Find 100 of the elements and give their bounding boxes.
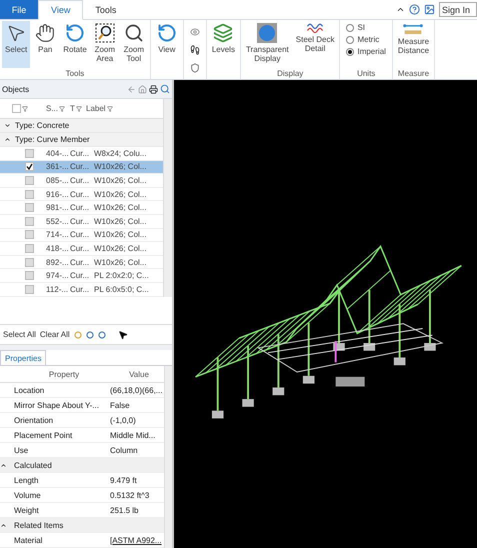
select-all-checkbox[interactable] [12, 104, 21, 113]
column-header[interactable]: T [70, 104, 75, 113]
collapse-ribbon-icon[interactable] [396, 5, 405, 14]
row-checkbox[interactable] [24, 216, 34, 226]
object-row[interactable]: 404-... Cur... W8x24; Colu... [0, 147, 163, 161]
ribbon-button[interactable]: Rotate [60, 21, 90, 68]
group-row[interactable]: Type: Curve Member [0, 133, 163, 147]
object-row[interactable]: 916-... Cur... W10x26; Col... [0, 188, 163, 202]
column-header[interactable]: Value [114, 370, 164, 378]
object-row[interactable]: 361-... Cur... W10x26; Col... [0, 160, 163, 174]
scrollbar[interactable] [163, 99, 172, 297]
column-header[interactable]: Label [86, 104, 106, 113]
layers-icon [213, 23, 234, 43]
group-label: Type: Curve Member [15, 135, 90, 144]
zoom-area-icon [94, 23, 115, 43]
filter-icon[interactable] [106, 106, 113, 112]
eye-icon[interactable] [190, 27, 200, 37]
property-name: Material [14, 536, 44, 544]
group-label: Display [276, 68, 304, 79]
action-button[interactable]: Select All [3, 330, 36, 339]
table-cell-text: Cur... [70, 216, 90, 226]
property-value: (-1,0,0) [110, 416, 137, 424]
group-label: Tools [64, 68, 86, 79]
rotate-icon [65, 23, 86, 43]
pointer-icon[interactable] [118, 330, 128, 340]
magnifier-icon [124, 23, 144, 43]
ribbon-button[interactable]: View [152, 21, 181, 79]
action-button[interactable]: Clear All [40, 330, 70, 339]
table-cell-text: Cur... [70, 230, 90, 240]
object-row[interactable]: 892-... Cur... W10x26; Col... [0, 256, 163, 270]
object-row[interactable]: 112-... Cur... PL 6:0x5:0; C... [0, 282, 163, 297]
property-value: 0.5132 ft^3 [110, 490, 150, 500]
column-header[interactable]: S... [46, 104, 58, 113]
table-cell: 974-... [46, 271, 70, 280]
footprints-icon[interactable] [190, 45, 200, 55]
row-checkbox[interactable] [24, 190, 34, 199]
row-checkbox[interactable] [24, 162, 34, 172]
row-checkbox[interactable] [24, 258, 34, 267]
menu-tab[interactable]: File [0, 0, 38, 19]
row-checkbox[interactable] [24, 284, 34, 294]
ruler-icon [402, 23, 424, 35]
ribbon-button[interactable]: Zoom Area [90, 21, 119, 68]
table-cell: 404-... [46, 148, 70, 158]
object-row[interactable]: 974-... Cur... PL 2:0x2:0; C... [0, 269, 163, 283]
menu-tab[interactable]: Tools [83, 0, 128, 19]
filter-icon[interactable] [76, 106, 82, 112]
row-checkbox[interactable] [24, 244, 34, 253]
property-value: 9.479 ft [110, 476, 138, 484]
object-row[interactable]: 418-... Cur... W10x26; Col... [0, 242, 163, 256]
ribbon-button[interactable]: Levels [208, 21, 238, 79]
table-cell-text: W10x26; Col... [94, 216, 148, 226]
object-row[interactable]: 552-... Cur... W10x26; Col... [0, 214, 163, 229]
properties-tab[interactable]: Properties [0, 350, 46, 365]
ribbon-button[interactable]: Transparent Display [242, 21, 292, 68]
table-cell-text: Cur... [70, 148, 90, 158]
row-checkbox[interactable] [24, 271, 34, 280]
group-row[interactable]: Type: Concrete [0, 119, 163, 133]
ribbon-button[interactable]: Measure Distance [394, 21, 432, 68]
object-row[interactable]: 981-... Cur... W10x26; Col... [0, 201, 163, 215]
wave-icon [305, 23, 326, 33]
object-row[interactable]: 085-... Cur... W10x26; Col... [0, 174, 163, 188]
category-row[interactable]: Calculated [0, 458, 164, 473]
3d-viewport[interactable] [174, 80, 477, 548]
shield-icon[interactable] [190, 63, 200, 73]
unit-radio[interactable]: SI [346, 23, 386, 32]
property-name: Placement Point [14, 430, 74, 440]
property-name: Mirror Shape About Y-... [14, 400, 100, 410]
ribbon-button[interactable]: Select [2, 21, 30, 68]
row-checkbox[interactable] [24, 176, 34, 185]
property-name: Weight [14, 506, 40, 514]
filter-icon[interactable] [59, 106, 66, 112]
search-icon[interactable] [160, 84, 170, 94]
help-icon[interactable] [409, 4, 420, 15]
ribbon-button[interactable]: Zoom Tool [120, 21, 148, 68]
unit-radio[interactable]: Metric [346, 35, 386, 44]
table-cell-text: W10x26; Col... [94, 244, 148, 253]
ribbon-button[interactable]: Pan [31, 21, 60, 68]
category-row[interactable]: Related Items [0, 518, 164, 533]
chevron-up-icon[interactable] [4, 136, 11, 143]
picture-icon[interactable] [424, 4, 435, 15]
group-label: Measure [396, 68, 430, 79]
property-value: Middle Mid... [110, 430, 156, 440]
row-checkbox[interactable] [24, 148, 34, 158]
table-cell: 714-... [46, 230, 70, 240]
row-checkbox[interactable] [24, 230, 34, 240]
filter-icon[interactable] [22, 106, 28, 112]
menu-tab[interactable]: View [38, 0, 84, 20]
row-checkbox[interactable] [24, 203, 34, 212]
sign-in-field[interactable]: Sign In [439, 2, 477, 17]
column-header[interactable]: Property [14, 370, 114, 378]
object-row[interactable]: 714-... Cur... W10x26; Col... [0, 228, 163, 242]
property-value: (66,18,0)(66,... [110, 386, 164, 394]
table-cell-text: Cur... [70, 190, 90, 199]
ribbon-button[interactable]: Steel Deck Detail [292, 21, 338, 68]
property-link[interactable]: [ASTM A992... [110, 536, 164, 544]
printer-icon[interactable] [149, 84, 158, 94]
unit-radio[interactable]: Imperial [346, 47, 386, 56]
scrollbar[interactable] [164, 366, 172, 548]
chevron-down-icon[interactable] [4, 122, 11, 129]
table-cell: 981-... [46, 203, 70, 212]
